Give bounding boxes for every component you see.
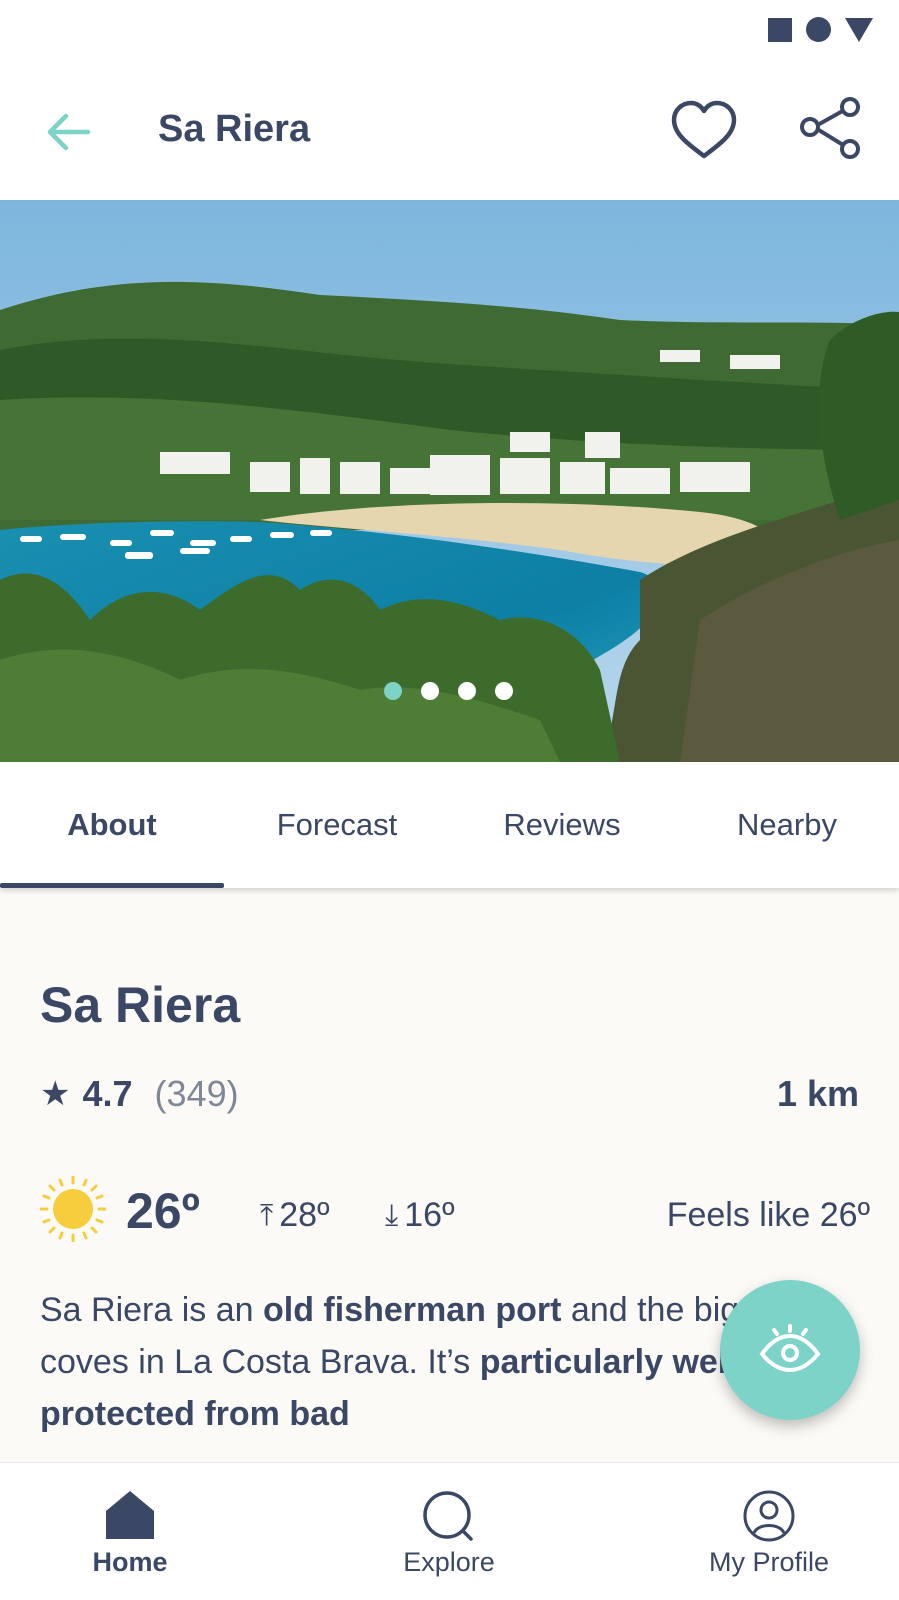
home-icon [106,1491,154,1539]
triangle-icon [845,17,873,42]
hero-image[interactable] [0,200,899,762]
back-button[interactable] [40,104,96,160]
share-button[interactable] [796,96,868,168]
rating-value: 4.7 [82,1073,133,1114]
carousel-dots [384,682,513,700]
place-title: Sa Riera [40,977,241,1033]
tab-nearby[interactable]: Nearby [675,762,899,888]
profile-icon [743,1490,795,1542]
eye-icon [759,1324,821,1373]
circle-icon [806,17,831,42]
low-temperature: ⤓ 16º [385,1196,455,1234]
rating: ★ 4.7 (349) [40,1072,239,1116]
current-temperature: 26º [126,1183,200,1239]
tab-bar: About Forecast Reviews Nearby [0,762,899,888]
arrow-down-icon: ⤓ [385,1198,399,1232]
feels-like: Feels like 26º [666,1196,870,1234]
distance: 1 km [776,1073,859,1114]
search-icon [423,1491,473,1541]
beach-cove-photo [0,200,899,762]
tab-about[interactable]: About [0,762,224,888]
status-bar [0,0,899,60]
square-icon [768,17,792,42]
bottom-navigation: Home Explore My Profile [0,1462,899,1600]
review-count[interactable]: (349) [155,1073,239,1115]
arrow-up-icon: ⤒ [260,1198,274,1232]
arrow-left-icon [47,113,91,151]
heart-icon [671,100,737,159]
tab-reviews[interactable]: Reviews [450,762,674,888]
favorite-button[interactable] [668,96,740,168]
carousel-dot[interactable] [495,682,513,700]
nav-home[interactable]: Home [20,1463,240,1600]
weather-summary: 26º ⤒ 28º ⤓ 16º Feels like 26º [40,1176,870,1246]
carousel-dot[interactable] [384,682,402,700]
tab-forecast[interactable]: Forecast [225,762,449,888]
view-fab-button[interactable] [720,1280,860,1420]
share-icon [800,97,860,159]
carousel-dot[interactable] [458,682,476,700]
nav-my-profile[interactable]: My Profile [659,1463,879,1600]
app-bar-title: Sa Riera [158,108,311,150]
high-temperature: ⤒ 28º [260,1196,330,1234]
app-bar: Sa Riera [0,60,899,200]
sun-icon [40,1176,106,1242]
carousel-dot[interactable] [421,682,439,700]
star-icon: ★ [40,1075,71,1113]
nav-explore[interactable]: Explore [339,1463,559,1600]
